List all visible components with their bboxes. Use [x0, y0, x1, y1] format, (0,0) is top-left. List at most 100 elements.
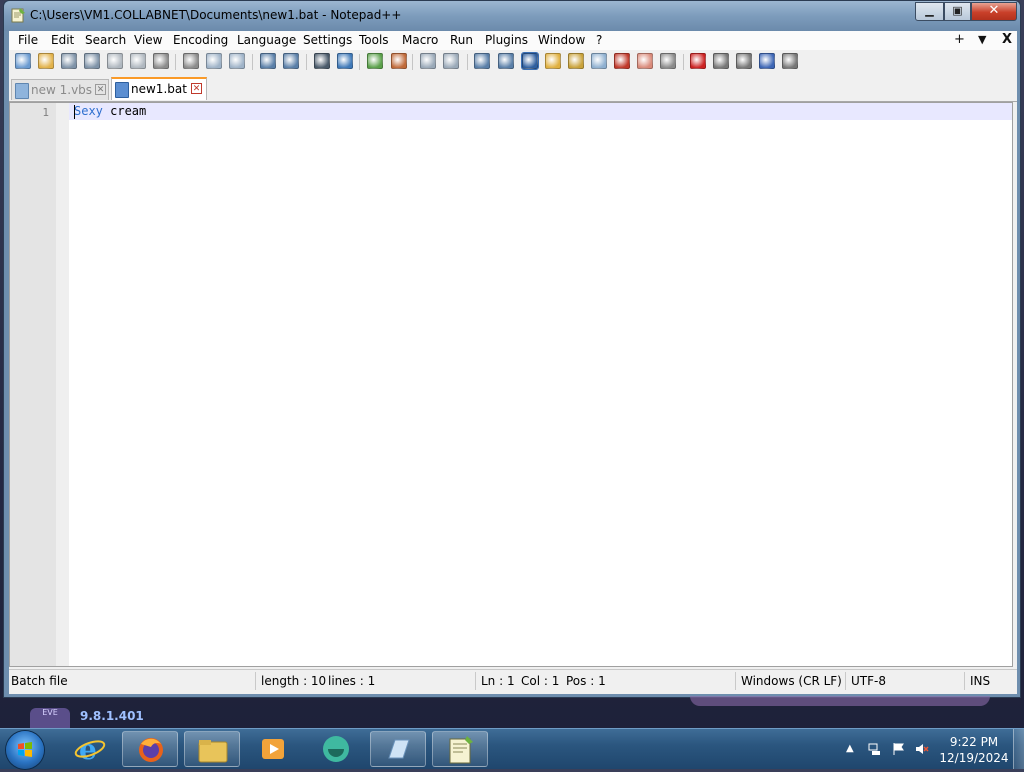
- status-eol: Windows (CR LF): [741, 674, 842, 688]
- clock[interactable]: 9:22 PM 12/19/2024: [938, 734, 1010, 766]
- close-window-button[interactable]: ✕: [971, 2, 1017, 21]
- maximize-button[interactable]: ▣: [944, 2, 971, 21]
- client-area: File Edit Search View Encoding Language …: [9, 31, 1017, 694]
- network-icon[interactable]: [868, 742, 882, 756]
- tab-list-down-icon[interactable]: ▼: [978, 33, 986, 46]
- line-number-gutter: 1: [10, 103, 69, 666]
- eye-icon[interactable]: [660, 53, 676, 69]
- taskbar-file-explorer[interactable]: [184, 731, 240, 767]
- menu-search[interactable]: Search: [85, 33, 126, 47]
- menu-settings[interactable]: Settings: [303, 33, 352, 47]
- tab-close-icon[interactable]: ✕: [191, 83, 202, 94]
- menu-plugins[interactable]: Plugins: [485, 33, 528, 47]
- desktop-version-label: 9.8.1.401: [80, 709, 144, 723]
- tab-new-1-vbs[interactable]: new 1.vbs ✕: [11, 79, 109, 100]
- menu-edit[interactable]: Edit: [51, 33, 74, 47]
- menu-tools[interactable]: Tools: [359, 33, 389, 47]
- function-list-icon[interactable]: [568, 53, 584, 69]
- redo-icon[interactable]: [283, 53, 299, 69]
- indent-guide-icon[interactable]: [521, 52, 539, 70]
- notepad-plus-plus-icon: [449, 736, 473, 764]
- toolbar-separator: [412, 54, 413, 70]
- copy-icon[interactable]: [206, 53, 222, 69]
- taskbar: e ▲ 9:22 PM 12/19/2024: [0, 728, 1024, 769]
- new-tab-plus-icon[interactable]: +: [954, 32, 965, 47]
- zoom-in-icon[interactable]: [367, 53, 383, 69]
- text-caret: [74, 105, 75, 119]
- taskbar-firefox[interactable]: [122, 731, 178, 767]
- desktop-widget[interactable]: EVE: [30, 708, 70, 728]
- fold-margin: [56, 103, 69, 666]
- code-line[interactable]: Sexy cream: [74, 104, 146, 118]
- taskbar-app[interactable]: [308, 731, 364, 767]
- clock-date: 12/19/2024: [939, 751, 1009, 765]
- print-icon[interactable]: [153, 53, 169, 69]
- taskbar-notes[interactable]: [370, 731, 426, 767]
- show-all-chars-icon[interactable]: [498, 53, 514, 69]
- save-macro-icon[interactable]: [782, 53, 798, 69]
- record-macro-icon[interactable]: [690, 53, 706, 69]
- run-multiple-icon[interactable]: [759, 53, 775, 69]
- firefox-icon: [139, 738, 163, 762]
- save-all-icon[interactable]: [84, 53, 100, 69]
- doc-list-icon[interactable]: [637, 53, 653, 69]
- status-divider: [475, 672, 476, 690]
- menu-view[interactable]: View: [134, 33, 162, 47]
- toolbar: [9, 51, 1017, 73]
- zoom-out-icon[interactable]: [391, 53, 407, 69]
- folder-workspace-icon[interactable]: [591, 53, 607, 69]
- status-length: length : 10: [261, 674, 327, 688]
- stop-record-icon[interactable]: [713, 53, 729, 69]
- cut-icon[interactable]: [183, 53, 199, 69]
- sync-vertical-icon[interactable]: [420, 53, 436, 69]
- show-hidden-icons-icon[interactable]: ▲: [846, 743, 860, 757]
- taskbar-notepad-plus-plus[interactable]: [432, 731, 488, 767]
- menu-language[interactable]: Language: [237, 33, 296, 47]
- monitoring-icon[interactable]: [614, 53, 630, 69]
- close-icon: ✕: [988, 3, 1000, 18]
- paste-icon[interactable]: [229, 53, 245, 69]
- close-doc-icon[interactable]: X: [1002, 32, 1012, 47]
- playback-icon[interactable]: [736, 53, 752, 69]
- volume-muted-icon[interactable]: [915, 742, 929, 756]
- desktop-glow: [690, 696, 990, 706]
- current-line-highlight: [69, 103, 1012, 120]
- show-desktop-button[interactable]: [1013, 729, 1024, 769]
- status-bar: Batch file length : 10 lines : 1 Ln : 1 …: [9, 669, 1017, 693]
- menu-macro[interactable]: Macro: [402, 33, 438, 47]
- menu-encoding[interactable]: Encoding: [173, 33, 228, 47]
- tab-label: new1.bat: [131, 82, 187, 96]
- status-ln: Ln : 1: [481, 674, 515, 688]
- editor-area[interactable]: 1 Sexy cream: [9, 102, 1013, 667]
- undo-icon[interactable]: [260, 53, 276, 69]
- title-bar[interactable]: C:\Users\VM1.COLLABNET\Documents\new1.ba…: [4, 1, 1020, 31]
- taskbar-internet-explorer[interactable]: e: [62, 731, 118, 767]
- replace-icon[interactable]: [337, 53, 353, 69]
- status-divider: [735, 672, 736, 690]
- close-all-icon[interactable]: [130, 53, 146, 69]
- menu-help[interactable]: ?: [596, 33, 602, 47]
- notepad-plus-plus-app-icon: [11, 8, 25, 23]
- tab-close-icon[interactable]: ✕: [95, 84, 106, 95]
- toolbar-separator: [252, 54, 253, 70]
- start-button[interactable]: [6, 731, 44, 769]
- word-wrap-icon[interactable]: [474, 53, 490, 69]
- status-lines: lines : 1: [328, 674, 376, 688]
- minimize-button[interactable]: ▁: [915, 2, 944, 21]
- doc-map-icon[interactable]: [545, 53, 561, 69]
- find-icon[interactable]: [314, 53, 330, 69]
- menu-window[interactable]: Window: [538, 33, 585, 47]
- tab-new1-bat[interactable]: new1.bat ✕: [111, 77, 207, 100]
- close-icon[interactable]: [107, 53, 123, 69]
- action-center-flag-icon[interactable]: [892, 742, 906, 756]
- menu-run[interactable]: Run: [450, 33, 473, 47]
- taskbar-media-player[interactable]: [246, 731, 302, 767]
- clock-time: 9:22 PM: [949, 735, 999, 749]
- open-file-icon[interactable]: [38, 53, 54, 69]
- menu-file[interactable]: File: [18, 33, 38, 47]
- new-file-icon[interactable]: [15, 53, 31, 69]
- notes-icon: [388, 739, 410, 759]
- minimize-icon: ▁: [925, 4, 934, 17]
- sync-horizontal-icon[interactable]: [443, 53, 459, 69]
- save-icon[interactable]: [61, 53, 77, 69]
